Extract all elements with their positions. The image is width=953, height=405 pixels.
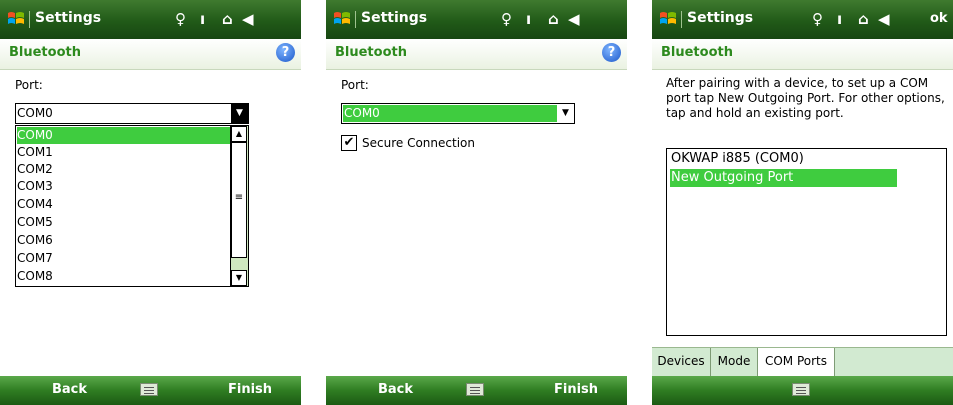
screen-com-ports: Settings ♀ ı ⌂ ◀ ok Bluetooth After pair…	[652, 0, 953, 405]
signal-icon[interactable]: ı	[200, 10, 205, 28]
secure-connection-checkbox[interactable]: ✔	[341, 135, 357, 151]
windows-flag-icon[interactable]	[6, 9, 26, 29]
speaker-icon[interactable]: ◀	[242, 10, 254, 28]
scroll-down-icon[interactable]: ▼	[231, 270, 247, 286]
signal-icon[interactable]: ı	[526, 10, 531, 28]
app-title: Settings	[35, 10, 102, 26]
page-header: Bluetooth ?	[326, 39, 627, 70]
help-icon[interactable]: ?	[602, 43, 621, 62]
dropdown-item[interactable]: COM0	[17, 127, 233, 144]
title-separator	[681, 11, 682, 28]
speaker-icon[interactable]: ◀	[878, 10, 890, 28]
dropdown-item[interactable]: COM2	[17, 161, 233, 178]
dropdown-item[interactable]: COM4	[17, 196, 233, 213]
list-item[interactable]: New Outgoing Port	[670, 169, 897, 187]
port-label: Port:	[15, 78, 43, 92]
no-battery-icon[interactable]: ⌂	[222, 10, 233, 28]
title-bar: Settings ♀ ı ⌂ ◀	[326, 0, 627, 39]
screen-port-selected: Settings ♀ ı ⌂ ◀ Bluetooth ? Port: COM0 …	[326, 0, 627, 405]
signal-icon[interactable]: ı	[837, 10, 842, 28]
antenna-icon[interactable]: ♀	[175, 10, 186, 28]
antenna-icon[interactable]: ♀	[501, 10, 512, 28]
port-dropdown-list[interactable]: COM0 COM1 COM2 COM3 COM4 COM5 COM6 COM7 …	[15, 125, 249, 287]
softkey-bar: Back Finish	[0, 376, 301, 405]
chevron-down-icon[interactable]: ▼	[557, 104, 574, 123]
page-title: Bluetooth	[9, 45, 81, 60]
dropdown-item[interactable]: COM5	[17, 214, 233, 231]
softkey-bar: Back Finish	[326, 376, 627, 405]
port-combo[interactable]: COM0 ▼	[15, 103, 249, 124]
title-separator	[29, 11, 30, 28]
windows-flag-icon[interactable]	[332, 9, 352, 29]
softkey-bar	[652, 376, 953, 405]
scroll-up-icon[interactable]: ▲	[231, 126, 247, 142]
title-bar: Settings ♀ ı ⌂ ◀	[0, 0, 301, 39]
dropdown-item[interactable]: COM6	[17, 232, 233, 249]
ok-button[interactable]: ok	[930, 11, 948, 26]
title-separator	[355, 11, 356, 28]
instructions-text: After pairing with a device, to set up a…	[666, 76, 945, 120]
secure-connection-label[interactable]: Secure Connection	[362, 136, 475, 150]
page-title: Bluetooth	[335, 45, 407, 60]
finish-softkey[interactable]: Finish	[228, 382, 272, 397]
back-softkey[interactable]: Back	[52, 382, 87, 397]
dropdown-item[interactable]: COM1	[17, 144, 233, 161]
finish-softkey[interactable]: Finish	[554, 382, 598, 397]
no-battery-icon[interactable]: ⌂	[548, 10, 559, 28]
keyboard-icon[interactable]	[466, 383, 484, 396]
dropdown-item[interactable]: COM7	[17, 250, 233, 267]
page-title: Bluetooth	[661, 45, 733, 60]
dropdown-item[interactable]: COM3	[17, 178, 233, 195]
page-header: Bluetooth	[652, 39, 953, 70]
tab-com-ports[interactable]: COM Ports	[758, 348, 835, 376]
page-header: Bluetooth ?	[0, 39, 301, 70]
no-battery-icon[interactable]: ⌂	[858, 10, 869, 28]
dropdown-scrollbar[interactable]: ▲ ≡ ▼	[230, 126, 248, 286]
antenna-icon[interactable]: ♀	[812, 10, 823, 28]
list-item[interactable]: OKWAP i885 (COM0)	[670, 150, 897, 168]
windows-flag-icon[interactable]	[658, 9, 678, 29]
app-title: Settings	[361, 10, 428, 26]
port-combo[interactable]: COM0 ▼	[341, 103, 575, 124]
speaker-icon[interactable]: ◀	[568, 10, 580, 28]
screen-port-dropdown: Settings ♀ ı ⌂ ◀ Bluetooth ? Port: COM0 …	[0, 0, 301, 405]
tab-mode[interactable]: Mode	[711, 348, 758, 376]
port-label: Port:	[341, 78, 369, 92]
port-combo-value: COM0	[17, 106, 53, 120]
keyboard-icon[interactable]	[792, 383, 810, 396]
tab-bar: Devices Mode COM Ports	[652, 347, 953, 376]
back-softkey[interactable]: Back	[378, 382, 413, 397]
app-title: Settings	[687, 10, 754, 26]
port-combo-value: COM0	[343, 105, 560, 122]
tab-devices[interactable]: Devices	[652, 348, 711, 376]
com-port-list[interactable]: OKWAP i885 (COM0) New Outgoing Port	[666, 148, 947, 336]
keyboard-icon[interactable]	[140, 383, 158, 396]
scroll-thumb[interactable]: ≡	[231, 142, 247, 258]
dropdown-item[interactable]: COM8	[17, 268, 233, 285]
chevron-down-icon[interactable]: ▼	[231, 104, 248, 123]
help-icon[interactable]: ?	[276, 43, 295, 62]
title-bar: Settings ♀ ı ⌂ ◀ ok	[652, 0, 953, 39]
